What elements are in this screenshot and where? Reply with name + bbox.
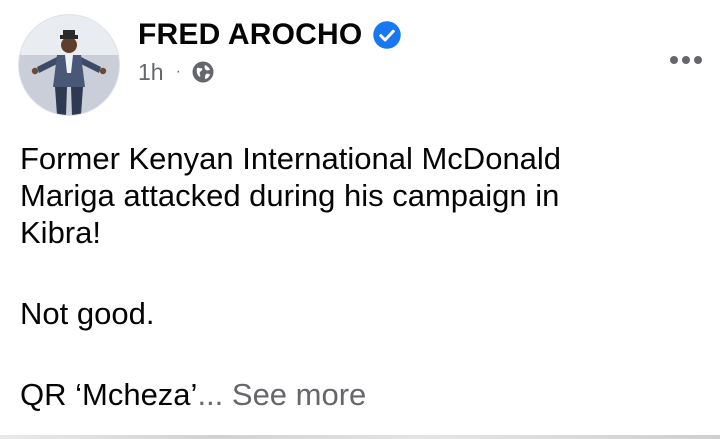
post-body: Former Kenyan International McDonald Mar… — [20, 140, 700, 413]
author-block: FRED AROCHO 1h · — [138, 20, 402, 84]
post-text-paragraph-1: Former Kenyan International McDonald Mar… — [20, 141, 562, 250]
more-options-button[interactable] — [664, 50, 708, 70]
meta-separator: · — [175, 63, 181, 80]
more-options-dot — [694, 56, 702, 64]
globe-icon[interactable] — [191, 60, 215, 84]
more-options-dot — [682, 56, 690, 64]
post-text-paragraph-2: Not good. — [20, 296, 155, 331]
post-header: FRED AROCHO 1h · — [18, 14, 708, 124]
post-timestamp[interactable]: 1h — [138, 60, 164, 84]
avatar-photo — [19, 15, 119, 115]
author-avatar[interactable] — [18, 14, 120, 116]
post-text-truncated: QR ‘Mcheza’ — [20, 377, 198, 412]
verified-badge-icon — [372, 20, 402, 50]
author-row: FRED AROCHO — [138, 20, 402, 50]
post-meta: 1h · — [138, 60, 402, 84]
post-text-paragraph-3: QR ‘Mcheza’... See more — [20, 376, 700, 413]
more-options-icon — [670, 56, 678, 64]
see-more-link[interactable]: ... See more — [197, 377, 366, 412]
author-name[interactable]: FRED AROCHO — [138, 20, 362, 50]
post-bottom-edge — [0, 435, 720, 439]
